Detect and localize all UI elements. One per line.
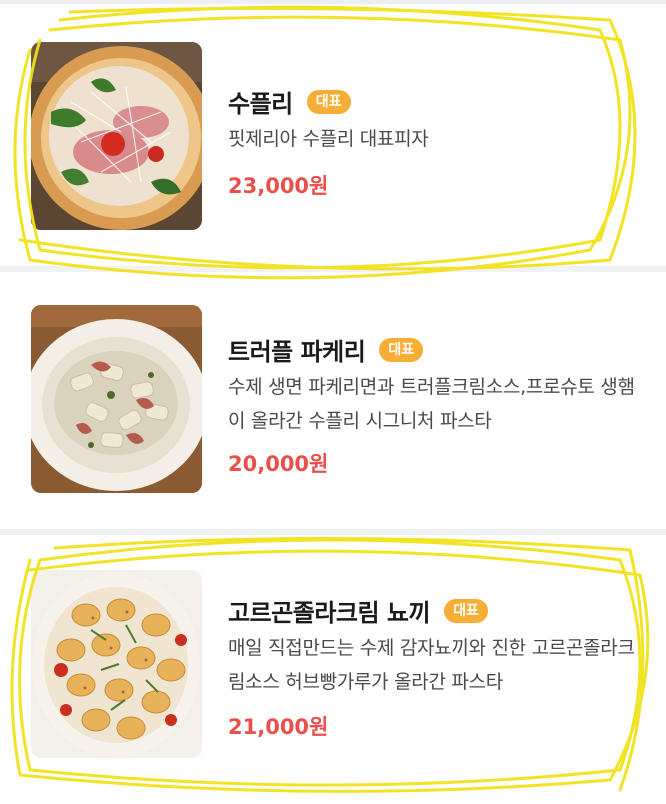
item-name: 고르곤졸라크림 뇨끼: [228, 599, 431, 627]
signature-badge: 대표: [379, 337, 424, 362]
item-name: 트러플 파케리: [228, 338, 366, 366]
pasta-photo: [31, 305, 202, 493]
pasta-image: [31, 305, 202, 493]
menu-item[interactable]: 고르곤졸라크림 뇨끼 대표 매일 직접만드는 수제 감자뇨끼와 진한 고르곤졸라…: [0, 535, 666, 804]
item-price: 21,000원: [228, 715, 329, 739]
signature-badge: 대표: [444, 598, 488, 623]
item-name-row: 수플리 대표: [228, 84, 351, 119]
pizza-photo: [31, 42, 202, 230]
item-description: 수제 생면 파케리면과 트러플크림소스,프로슈토 생햄이 올라간 수플리 시그니…: [228, 376, 635, 432]
item-name-row: 트러플 파케리 대표: [228, 332, 424, 367]
gnocchi-image: [31, 570, 202, 758]
item-price: 23,000원: [228, 174, 329, 198]
item-description: 핏제리아 수플리 대표피자: [228, 128, 429, 150]
item-name-row: 고르곤졸라크림 뇨끼 대표: [228, 593, 488, 628]
item-description: 매일 직접만드는 수제 감자뇨끼와 진한 고르곤졸라크림소스 허브빵가루가 올라…: [228, 637, 635, 693]
signature-badge: 대표: [306, 89, 351, 114]
menu-item[interactable]: 수플리 대표 핏제리아 수플리 대표피자 23,000원: [0, 4, 666, 266]
pizza-image: [31, 42, 202, 230]
gnocchi-photo: [31, 570, 202, 758]
menu-item[interactable]: 트러플 파케리 대표 수제 생면 파케리면과 트러플크림소스,프로슈토 생햄이 …: [0, 272, 666, 529]
item-price: 20,000원: [228, 452, 329, 476]
item-name: 수플리: [228, 90, 293, 118]
